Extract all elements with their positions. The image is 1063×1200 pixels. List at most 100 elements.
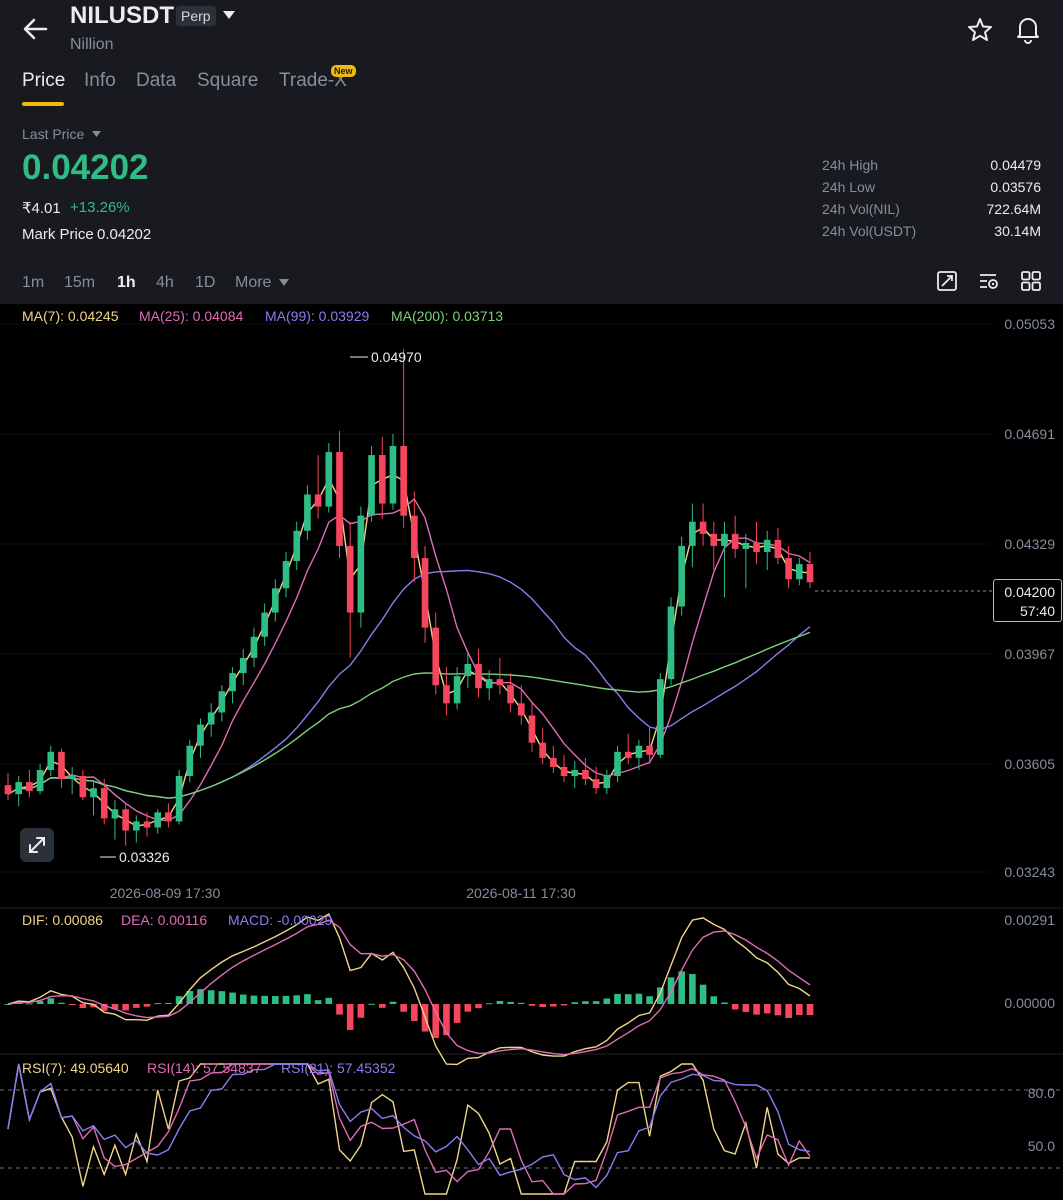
candle-body bbox=[507, 685, 514, 704]
candle-body bbox=[464, 664, 472, 677]
candle-body bbox=[806, 564, 814, 583]
last-price-tag-value: 0.04200 bbox=[1004, 584, 1055, 600]
macd-histogram-bar bbox=[528, 1004, 536, 1006]
chart-settings-icon[interactable] bbox=[978, 270, 1000, 292]
candle-body bbox=[453, 676, 461, 704]
ma200-line bbox=[7, 631, 811, 799]
layout-grid-icon[interactable] bbox=[1020, 270, 1042, 292]
macd-histogram-bar bbox=[571, 1002, 579, 1004]
candle-body bbox=[336, 452, 343, 546]
rsi7-line bbox=[7, 1063, 810, 1195]
price-axis-label: 0.03243 bbox=[1004, 864, 1055, 880]
macd-histogram-bar bbox=[464, 1004, 472, 1012]
candle-body bbox=[646, 745, 653, 755]
candle-body bbox=[496, 679, 504, 686]
macd-axis-label: 0.00291 bbox=[1004, 912, 1055, 928]
interval-1d[interactable]: 1D bbox=[195, 274, 215, 292]
candle-body bbox=[582, 769, 589, 780]
macd-histogram-bar bbox=[207, 990, 215, 1004]
macd-histogram-bar bbox=[806, 1004, 814, 1016]
symbol-title[interactable]: NILUSDT bbox=[70, 2, 174, 30]
macd-histogram-bar bbox=[261, 995, 268, 1004]
candle-body bbox=[421, 558, 429, 628]
candle-body bbox=[325, 452, 333, 507]
price-axis-label: 0.04691 bbox=[1004, 426, 1055, 442]
candle-countdown: 57:40 bbox=[1019, 603, 1055, 619]
ma7-legend: MA(7): 0.04245 bbox=[22, 308, 119, 324]
macd-histogram-bar bbox=[122, 1004, 129, 1011]
tab-price[interactable]: Price bbox=[22, 70, 65, 92]
candle-body bbox=[26, 782, 33, 792]
candle-body bbox=[753, 542, 760, 552]
candle-body bbox=[378, 455, 386, 504]
macd-histogram-bar bbox=[411, 1004, 418, 1021]
candle-body bbox=[667, 606, 675, 680]
tab-data[interactable]: Data bbox=[136, 70, 176, 92]
mark-price-label: Mark Price bbox=[22, 226, 94, 243]
macd-histogram-bar bbox=[795, 1004, 803, 1015]
macd-histogram-bar bbox=[239, 994, 247, 1004]
stat-value-24h-vol-nil: 722.64M bbox=[986, 201, 1041, 217]
macd-histogram-bar bbox=[785, 1004, 792, 1019]
candle-body bbox=[100, 788, 108, 819]
symbol-dropdown-icon[interactable] bbox=[222, 10, 236, 20]
macd-histogram-bar bbox=[58, 1002, 65, 1004]
contract-type-badge: Perp bbox=[176, 6, 216, 26]
macd-histogram-bar bbox=[26, 1003, 33, 1005]
candle-body bbox=[261, 612, 268, 637]
stat-value-24h-low: 0.03576 bbox=[990, 179, 1041, 195]
macd-histogram-bar bbox=[753, 1004, 760, 1015]
candle-body bbox=[58, 751, 65, 780]
favorite-star-icon[interactable] bbox=[966, 16, 994, 44]
interval-15m[interactable]: 15m bbox=[64, 274, 95, 292]
macd-histogram-bar bbox=[133, 1004, 140, 1008]
last-price-label[interactable]: Last Price bbox=[22, 126, 84, 142]
back-arrow-icon[interactable] bbox=[18, 14, 52, 44]
candle-body bbox=[443, 685, 450, 704]
macd-histogram-bar bbox=[603, 998, 611, 1004]
candle-body bbox=[90, 788, 97, 798]
active-tab-indicator bbox=[22, 102, 64, 106]
interval-1m[interactable]: 1m bbox=[22, 274, 44, 292]
last-price-dropdown-icon[interactable] bbox=[92, 131, 101, 137]
candle-body bbox=[165, 812, 172, 822]
tab-info[interactable]: Info bbox=[84, 70, 116, 92]
tab-square[interactable]: Square bbox=[197, 70, 258, 92]
macd-histogram-bar bbox=[325, 997, 333, 1004]
ma25-legend: MA(25): 0.04084 bbox=[139, 308, 244, 324]
candle-body bbox=[763, 539, 771, 552]
rsi21-legend: RSI(21): 57.45352 bbox=[281, 1060, 396, 1076]
candle-body bbox=[229, 673, 236, 692]
candle-body bbox=[742, 542, 750, 549]
macd-histogram-bar bbox=[656, 987, 664, 1004]
macd-histogram-bar bbox=[79, 1004, 87, 1009]
macd-histogram-bar bbox=[314, 1000, 322, 1004]
macd-histogram-bar bbox=[443, 1004, 450, 1036]
candle-body bbox=[592, 779, 600, 789]
candle-body bbox=[635, 745, 643, 758]
macd-value-legend: MACD: -0.00029 bbox=[228, 912, 333, 928]
candle-body bbox=[389, 446, 397, 504]
more-dropdown-icon[interactable] bbox=[279, 279, 289, 286]
depth-chart-icon[interactable] bbox=[936, 270, 958, 292]
stat-label-24h-low: 24h Low bbox=[822, 179, 875, 195]
candle-body bbox=[293, 530, 301, 562]
last-price-tag: 0.04200 57:40 bbox=[993, 579, 1062, 622]
macd-histogram-bar bbox=[346, 1004, 354, 1030]
interval-1h[interactable]: 1h bbox=[117, 274, 136, 292]
fullscreen-button[interactable] bbox=[20, 828, 54, 862]
price-alert-bell-icon[interactable] bbox=[1014, 14, 1042, 44]
macd-histogram-bar bbox=[485, 1003, 493, 1005]
price-axis-label: 0.03967 bbox=[1004, 646, 1055, 662]
interval-4h[interactable]: 4h bbox=[156, 274, 174, 292]
candle-body bbox=[218, 691, 226, 713]
candle-body bbox=[432, 627, 440, 686]
asset-name: Nillion bbox=[70, 36, 114, 53]
candle-body bbox=[186, 745, 194, 777]
candle-body bbox=[346, 545, 354, 613]
macd-histogram-bar bbox=[507, 1001, 514, 1004]
candle-body bbox=[485, 679, 493, 689]
ma99-legend: MA(99): 0.03929 bbox=[265, 308, 370, 324]
interval-more[interactable]: More bbox=[235, 274, 271, 292]
macd-histogram-bar bbox=[368, 1003, 375, 1005]
